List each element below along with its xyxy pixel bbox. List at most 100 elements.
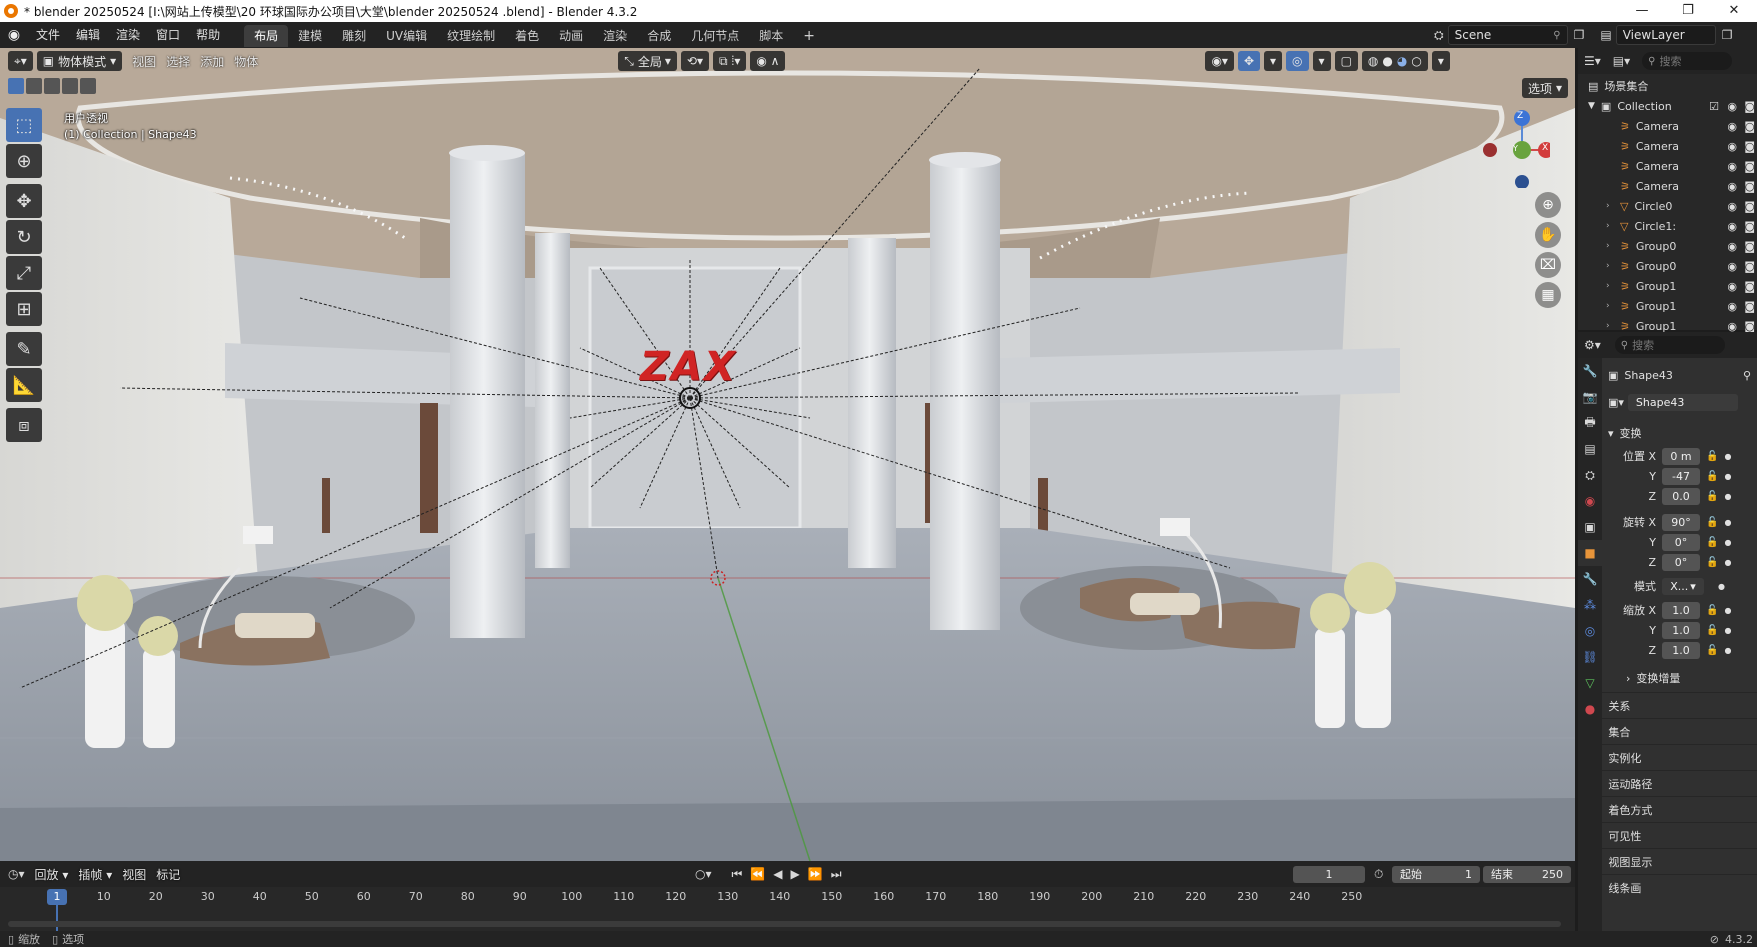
keyframe-dot-icon[interactable]: ● — [1724, 606, 1731, 615]
lock-icon[interactable]: 🔓 — [1706, 517, 1718, 528]
camera-view-button[interactable]: ⌧ — [1535, 252, 1561, 278]
location-x-field[interactable]: 0 m — [1662, 447, 1700, 465]
chevron-right-icon[interactable]: › — [1606, 261, 1620, 271]
rotation-z-field[interactable]: 0° — [1662, 553, 1700, 571]
outliner-item[interactable]: ⚞ Camera ◉ ◙ — [1578, 156, 1757, 176]
property-section[interactable]: ›运动路径 — [1588, 770, 1757, 796]
pivot-button[interactable]: ⟲▾ — [680, 51, 709, 71]
eye-icon[interactable]: ◉ — [1727, 100, 1737, 113]
object-tab-icon[interactable]: ■ — [1578, 540, 1602, 566]
menu-help[interactable]: 帮助 — [188, 22, 228, 48]
menu-object[interactable]: 物体 — [234, 53, 258, 70]
keyframe-dot-icon[interactable]: ● — [1718, 582, 1725, 591]
constraints-tab-icon[interactable]: ⛓ — [1578, 644, 1602, 670]
output-tab-icon[interactable]: 🖶 — [1578, 410, 1602, 436]
menu-add[interactable]: 添加 — [200, 53, 224, 70]
3d-viewport[interactable]: ZAX — [0, 48, 1575, 861]
world-tab-icon[interactable]: ◉ — [1578, 488, 1602, 514]
eye-icon[interactable]: ◉ — [1727, 260, 1737, 273]
lock-icon[interactable]: 🔓 — [1706, 645, 1718, 656]
scene-selector[interactable]: Scene ⚲ — [1447, 25, 1568, 45]
location-y-field[interactable]: -47 — [1662, 467, 1700, 485]
properties-editor-icon[interactable]: ⚙▾ — [1584, 338, 1601, 352]
chevron-right-icon[interactable]: › — [1606, 221, 1620, 231]
view-layer-selector[interactable]: ViewLayer — [1615, 25, 1716, 45]
mode-selector[interactable]: ▣ 物体模式 ▾ — [36, 51, 123, 71]
scale-y-field[interactable]: 1.0 — [1662, 621, 1700, 639]
menu-file[interactable]: 文件 — [28, 22, 68, 48]
render-tab-icon[interactable]: 📷 — [1578, 384, 1602, 410]
xray-button[interactable]: ▢ — [1334, 51, 1358, 71]
tab-shading[interactable]: 着色 — [505, 25, 549, 47]
outliner-item[interactable]: › ▽ Circle1: ◉ ◙ — [1578, 216, 1757, 236]
outliner-collection-row[interactable]: ▼ ▣ Collection ☑ ◉ ◙ — [1578, 96, 1757, 116]
new-scene-icon[interactable]: ❐ — [1574, 28, 1585, 42]
cursor-tool[interactable]: ⊕ — [6, 144, 42, 178]
lock-icon[interactable]: 🔓 — [1706, 537, 1718, 548]
pin-icon[interactable]: ⚲ — [1553, 30, 1560, 41]
chevron-right-icon[interactable]: › — [1606, 201, 1620, 211]
menu-view[interactable]: 视图 — [132, 53, 156, 70]
maximize-button[interactable]: ❐ — [1665, 0, 1711, 22]
end-frame-field[interactable]: 结束 250 — [1483, 865, 1571, 883]
select-new-icon[interactable] — [8, 78, 24, 94]
properties-search-input[interactable]: ⚲ 搜索 — [1614, 336, 1725, 354]
gizmo-options-button[interactable]: ▾ — [1264, 51, 1283, 71]
menu-playback[interactable]: 回放 ▾ — [35, 866, 69, 883]
object-browse-icon[interactable]: ▣▾ — [1608, 396, 1624, 409]
outliner-item[interactable]: › ⚞ Group1 ◉ ◙ — [1578, 296, 1757, 316]
keyframe-dot-icon[interactable]: ● — [1724, 558, 1731, 567]
move-tool[interactable]: ✥ — [6, 184, 42, 218]
play-reverse-icon[interactable]: ◀ — [773, 867, 782, 881]
property-section[interactable]: ›着色方式 — [1588, 796, 1757, 822]
keyframe-dot-icon[interactable]: ● — [1724, 646, 1731, 655]
tab-animation[interactable]: 动画 — [549, 25, 593, 47]
proportional-edit-button[interactable]: ◉ ∧ — [750, 51, 786, 71]
eye-icon[interactable]: ◉ — [1727, 180, 1737, 193]
property-section[interactable]: ›可见性 — [1588, 822, 1757, 848]
rotation-x-field[interactable]: 90° — [1662, 513, 1700, 531]
material-preview-icon[interactable]: ◕ — [1397, 54, 1407, 68]
tab-texture-paint[interactable]: 纹理绘制 — [437, 25, 505, 47]
blender-menu-icon[interactable]: ◉ — [0, 27, 28, 43]
eye-icon[interactable]: ◉ — [1727, 220, 1737, 233]
prev-keyframe-icon[interactable]: ⏪ — [750, 867, 765, 881]
playhead-badge[interactable]: 1 — [47, 889, 67, 905]
location-z-field[interactable]: 0.0 — [1662, 487, 1700, 505]
menu-render[interactable]: 渲染 — [108, 22, 148, 48]
render-camera-icon[interactable]: ◙ — [1744, 200, 1755, 213]
checkbox-icon[interactable]: ☑ — [1709, 100, 1719, 113]
menu-timeline-view[interactable]: 视图 — [122, 866, 146, 883]
outliner-item[interactable]: › ⚞ Group0 ◉ ◙ — [1578, 256, 1757, 276]
add-cube-tool[interactable]: ⧈ — [6, 408, 42, 442]
outliner-item[interactable]: › ⚞ Group0 ◉ ◙ — [1578, 236, 1757, 256]
outliner-item[interactable]: ⚞ Camera ◉ ◙ — [1578, 136, 1757, 156]
lock-icon[interactable]: 🔓 — [1706, 491, 1718, 502]
tab-sculpting[interactable]: 雕刻 — [332, 25, 376, 47]
select-box-tool[interactable]: ⬚ — [6, 108, 42, 142]
menu-window[interactable]: 窗口 — [148, 22, 188, 48]
keyframe-dot-icon[interactable]: ● — [1724, 538, 1731, 547]
transform-tool[interactable]: ⊞ — [6, 292, 42, 326]
render-camera-icon[interactable]: ◙ — [1744, 120, 1755, 133]
solid-icon[interactable]: ● — [1382, 54, 1392, 68]
display-mode-icon[interactable]: ▤▾ — [1613, 54, 1630, 68]
tab-modeling[interactable]: 建模 — [288, 25, 332, 47]
pin-icon[interactable]: ⚲ — [1743, 369, 1751, 382]
gizmo-toggle-button[interactable]: ✥ — [1237, 51, 1261, 71]
overlay-toggle-button[interactable]: ◎ — [1286, 51, 1309, 71]
render-camera-icon[interactable]: ◙ — [1744, 180, 1755, 193]
timeline-editor-icon[interactable]: ◷▾ — [8, 867, 25, 881]
eye-icon[interactable]: ◉ — [1727, 160, 1737, 173]
transform-header[interactable]: ▾ 变换 — [1608, 420, 1757, 446]
chevron-right-icon[interactable]: › — [1606, 241, 1620, 251]
render-camera-icon[interactable]: ◙ — [1744, 240, 1755, 253]
measure-tool[interactable]: 📐 — [6, 368, 42, 402]
close-button[interactable]: ✕ — [1711, 0, 1757, 22]
select-invert-icon[interactable] — [62, 78, 78, 94]
eye-icon[interactable]: ◉ — [1727, 140, 1737, 153]
particles-tab-icon[interactable]: ⁂ — [1578, 592, 1602, 618]
ortho-toggle-button[interactable]: ▦ — [1535, 282, 1561, 308]
material-tab-icon[interactable]: ● — [1578, 696, 1602, 722]
visibility-button[interactable]: ◉▾ — [1205, 51, 1234, 71]
